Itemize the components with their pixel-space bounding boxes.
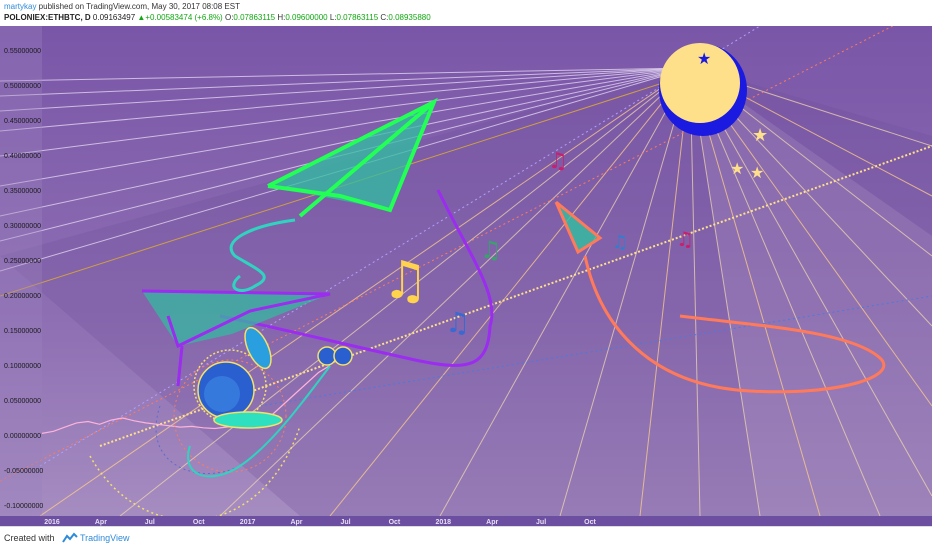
x-tick-label: Jul: [145, 519, 155, 526]
star-icon: ★: [750, 163, 764, 182]
last-price: 0.09163497: [92, 13, 136, 22]
x-tick-label: Oct: [193, 519, 205, 526]
y-tick-label: 0.05000000: [4, 398, 41, 405]
y-tick-label: 0.40000000: [4, 153, 41, 160]
author-link[interactable]: martykay: [4, 2, 36, 11]
y-tick-label: 0.10000000: [4, 363, 41, 370]
music-note-icon: ♫: [676, 227, 694, 251]
music-note-icon: ♫: [480, 236, 502, 264]
y-tick-label: 0.00000000: [4, 433, 41, 440]
y-tick-label: -0.10000000: [4, 503, 43, 510]
y-tick-label: 0.30000000: [4, 223, 41, 230]
y-tick-label: 0.55000000: [4, 48, 41, 55]
x-tick-label: Jul: [340, 519, 350, 526]
moon-star-icon: ★: [697, 49, 711, 68]
open-value: 0.07863115: [233, 13, 276, 22]
star-icon: ★: [752, 125, 768, 146]
y-axis-bar: [0, 26, 42, 526]
x-axis-bar: [0, 516, 932, 526]
publish-line: martykay published on TradingView.com, M…: [4, 2, 240, 11]
x-tick-label: 2017: [240, 519, 256, 526]
low-label: L:: [329, 13, 337, 22]
ohlc-line: POLONIEX:ETHBTC, D 0.09163497 ▲+0.005834…: [4, 13, 431, 22]
y-tick-label: 0.20000000: [4, 293, 41, 300]
publish-info: published on TradingView.com, May 30, 20…: [36, 2, 240, 11]
x-tick-label: 2016: [44, 519, 60, 526]
y-tick-label: 0.50000000: [4, 83, 41, 90]
created-with-label: Created with: [4, 533, 55, 543]
chart-canvas[interactable]: ★ ★ ★ ★ ♫ ♫ ♫ ♫ ♫ ♫ 0.55000000 0.50000000…: [0, 5, 932, 526]
x-tick-label: Oct: [584, 519, 596, 526]
x-tick-label: Apr: [486, 519, 498, 526]
close-value: 0.08935880: [388, 13, 431, 22]
music-note-icon: ♫: [445, 306, 470, 339]
chart-area[interactable]: ★ ★ ★ ★ ♫ ♫ ♫ ♫ ♫ ♫ 0.55000000 0.50000000…: [0, 5, 932, 526]
price-change: +0.00583474 (+6.8%): [145, 13, 223, 22]
footer: Created with TradingView: [0, 526, 932, 551]
tradingview-logo-icon[interactable]: [62, 532, 78, 544]
music-note-icon: ♫: [612, 232, 628, 253]
low-value: 0.07863115: [336, 13, 379, 22]
y-tick-label: 0.25000000: [4, 258, 41, 265]
chart-header: martykay published on TradingView.com, M…: [0, 0, 932, 26]
music-note-icon: ♫: [382, 251, 429, 311]
tradingview-link[interactable]: TradingView: [80, 533, 130, 543]
x-tick-label: Jul: [536, 519, 546, 526]
x-tick-label: Apr: [95, 519, 107, 526]
y-tick-label: 0.45000000: [4, 118, 41, 125]
y-tick-label: 0.35000000: [4, 188, 41, 195]
x-tick-label: Oct: [389, 519, 401, 526]
y-tick-label: -0.05000000: [4, 468, 43, 475]
symbol-label[interactable]: POLONIEX:ETHBTC, D: [4, 13, 91, 22]
x-tick-label: 2018: [436, 519, 452, 526]
music-note-icon: ♫: [548, 149, 568, 174]
x-tick-label: Apr: [290, 519, 302, 526]
star-icon: ★: [730, 159, 744, 178]
high-value: 0.09600000: [285, 13, 328, 22]
y-tick-label: 0.15000000: [4, 328, 41, 335]
